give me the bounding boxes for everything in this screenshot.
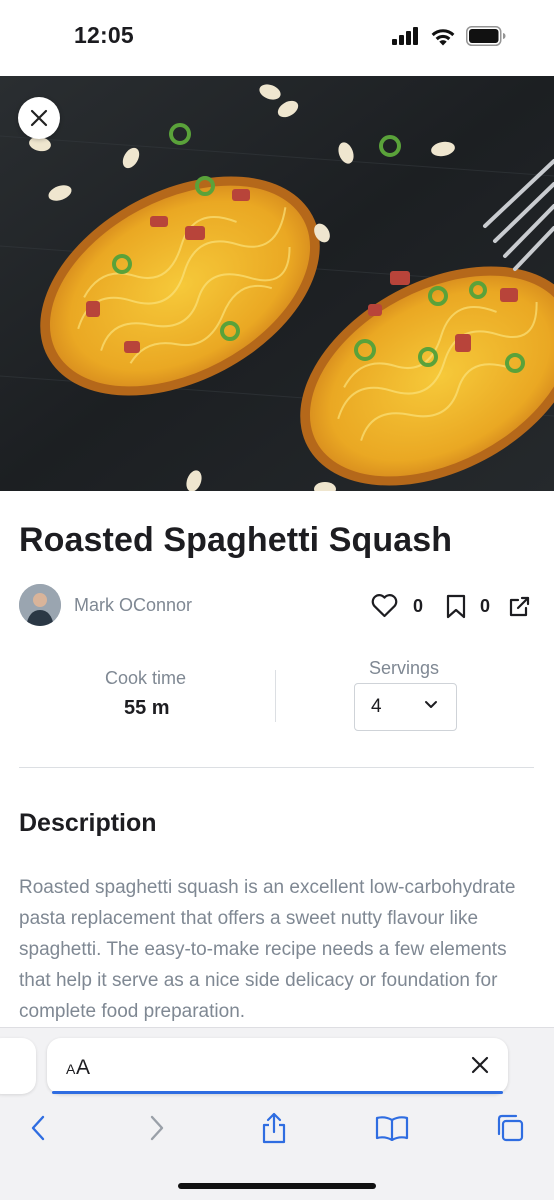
svg-text:A: A xyxy=(66,1061,76,1076)
status-icons xyxy=(392,26,506,46)
chevron-down-icon xyxy=(425,701,437,708)
meta-divider xyxy=(275,670,276,722)
recipe-hero-image xyxy=(0,76,554,491)
share-button[interactable] xyxy=(506,591,534,621)
like-button[interactable] xyxy=(369,591,399,621)
status-bar: 12:05 xyxy=(0,0,554,76)
servings-label: Servings xyxy=(369,658,440,678)
browser-share-button[interactable] xyxy=(254,1110,294,1146)
share-icon xyxy=(509,596,530,617)
description-text: Roasted spaghetti squash is an excellent… xyxy=(19,877,516,1022)
bookmarks-button[interactable] xyxy=(372,1110,412,1146)
author-name[interactable]: Mark OConnor xyxy=(74,595,192,616)
close-icon xyxy=(471,1056,489,1074)
save-count: 0 xyxy=(479,595,490,616)
cellular-signal-icon xyxy=(392,27,418,45)
save-button[interactable] xyxy=(442,591,470,621)
share-icon xyxy=(262,1112,286,1144)
back-button[interactable] xyxy=(18,1110,58,1146)
close-icon xyxy=(30,109,48,127)
status-time: 12:05 xyxy=(74,22,134,48)
like-count: 0 xyxy=(412,595,423,616)
chevron-right-icon xyxy=(150,1115,164,1141)
reader-format-button[interactable]: AA A A xyxy=(66,1056,96,1082)
section-divider xyxy=(19,767,534,768)
servings-value: 4 xyxy=(371,696,382,717)
previous-tab-peek[interactable] xyxy=(0,1038,36,1094)
tabs-icon xyxy=(497,1114,524,1142)
page-load-progress xyxy=(52,1091,503,1094)
cook-time-label: Cook time xyxy=(105,668,187,688)
forward-button[interactable] xyxy=(137,1110,177,1146)
clear-address-button[interactable] xyxy=(470,1055,490,1080)
svg-text:A: A xyxy=(76,1056,90,1076)
author-avatar[interactable] xyxy=(19,584,61,626)
servings-select[interactable]: 4 xyxy=(354,683,457,731)
close-button[interactable] xyxy=(18,97,60,139)
recipe-title: Roasted Spaghetti Squash xyxy=(19,521,453,559)
address-bar[interactable]: AA A A xyxy=(47,1038,508,1094)
chevron-left-icon xyxy=(31,1115,45,1141)
book-icon xyxy=(375,1116,409,1141)
recipe-actions: 0 0 xyxy=(369,591,534,621)
bookmark-icon xyxy=(446,594,466,618)
recipe-meta: Cook time 55 m Servings 4 xyxy=(19,656,534,736)
author-row: Mark OConnor 0 0 xyxy=(19,584,534,628)
battery-icon xyxy=(466,26,506,46)
text-size-icon: A A xyxy=(66,1056,90,1079)
description-heading: Description xyxy=(19,809,157,837)
tabs-button[interactable] xyxy=(490,1110,530,1146)
cook-time-value: 55 m xyxy=(124,697,170,719)
heart-icon xyxy=(371,594,397,618)
wifi-icon xyxy=(431,28,455,45)
home-indicator xyxy=(178,1183,376,1189)
